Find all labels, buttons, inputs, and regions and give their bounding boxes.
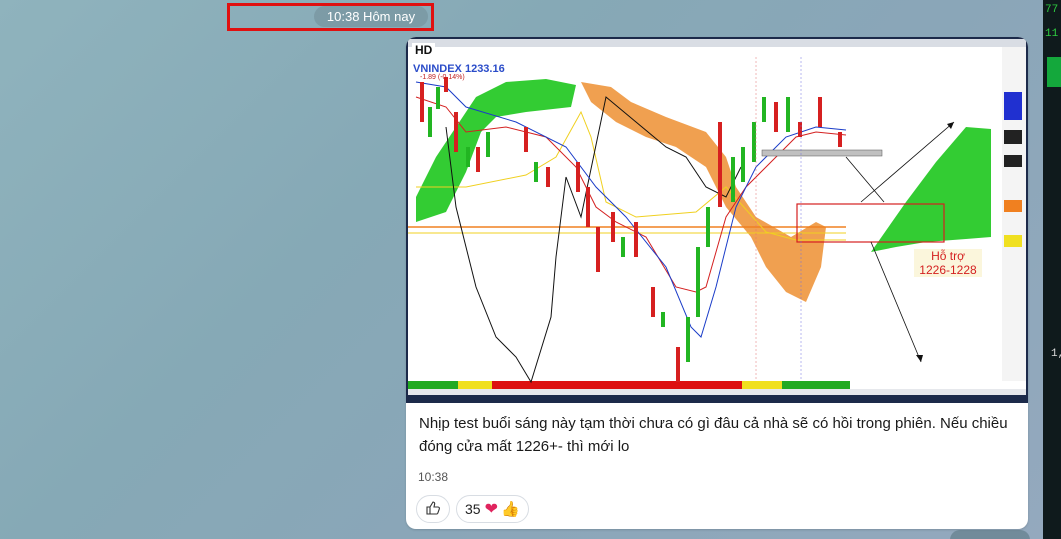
hd-badge: HD bbox=[412, 43, 436, 57]
right-panel-value-1: 77 bbox=[1045, 4, 1059, 16]
message-text: Nhịp test buổi sáng này tạm thời chưa có… bbox=[419, 415, 1008, 455]
reaction-count: 35 bbox=[465, 501, 481, 517]
corner-pill[interactable] bbox=[950, 530, 1030, 539]
support-annotation-label: Hỗ trợ bbox=[931, 249, 965, 263]
message-bubble[interactable]: HD VNINDEX 1233.16 -1.89 (-0.14%) Hỗ trợ… bbox=[406, 37, 1028, 529]
heart-icon: ❤ bbox=[484, 501, 498, 518]
date-separator: 10:38 Hôm nay bbox=[314, 6, 428, 27]
thumb-up-icon: 👍 bbox=[500, 501, 520, 518]
reactions-bar: 35 ❤ 👍 bbox=[416, 495, 529, 523]
right-panel-value-2: 11 bbox=[1045, 28, 1059, 40]
chart-svg bbox=[406, 37, 1028, 403]
message-time: 10:38 bbox=[418, 470, 449, 484]
thumb-up-outline-icon bbox=[425, 500, 441, 519]
add-reaction-button[interactable] bbox=[416, 495, 450, 523]
right-panel-value-3: 1, bbox=[1051, 348, 1061, 360]
right-panel-green-block bbox=[1047, 57, 1061, 87]
support-annotation: Hỗ trợ 1226-1228 bbox=[914, 249, 982, 277]
support-annotation-range: 1226-1228 bbox=[919, 263, 977, 277]
chart-screenshot[interactable]: HD VNINDEX 1233.16 -1.89 (-0.14%) Hỗ trợ… bbox=[406, 37, 1028, 403]
reaction-summary[interactable]: 35 ❤ 👍 bbox=[456, 495, 529, 523]
chart-change: -1.89 (-0.14%) bbox=[420, 74, 465, 81]
